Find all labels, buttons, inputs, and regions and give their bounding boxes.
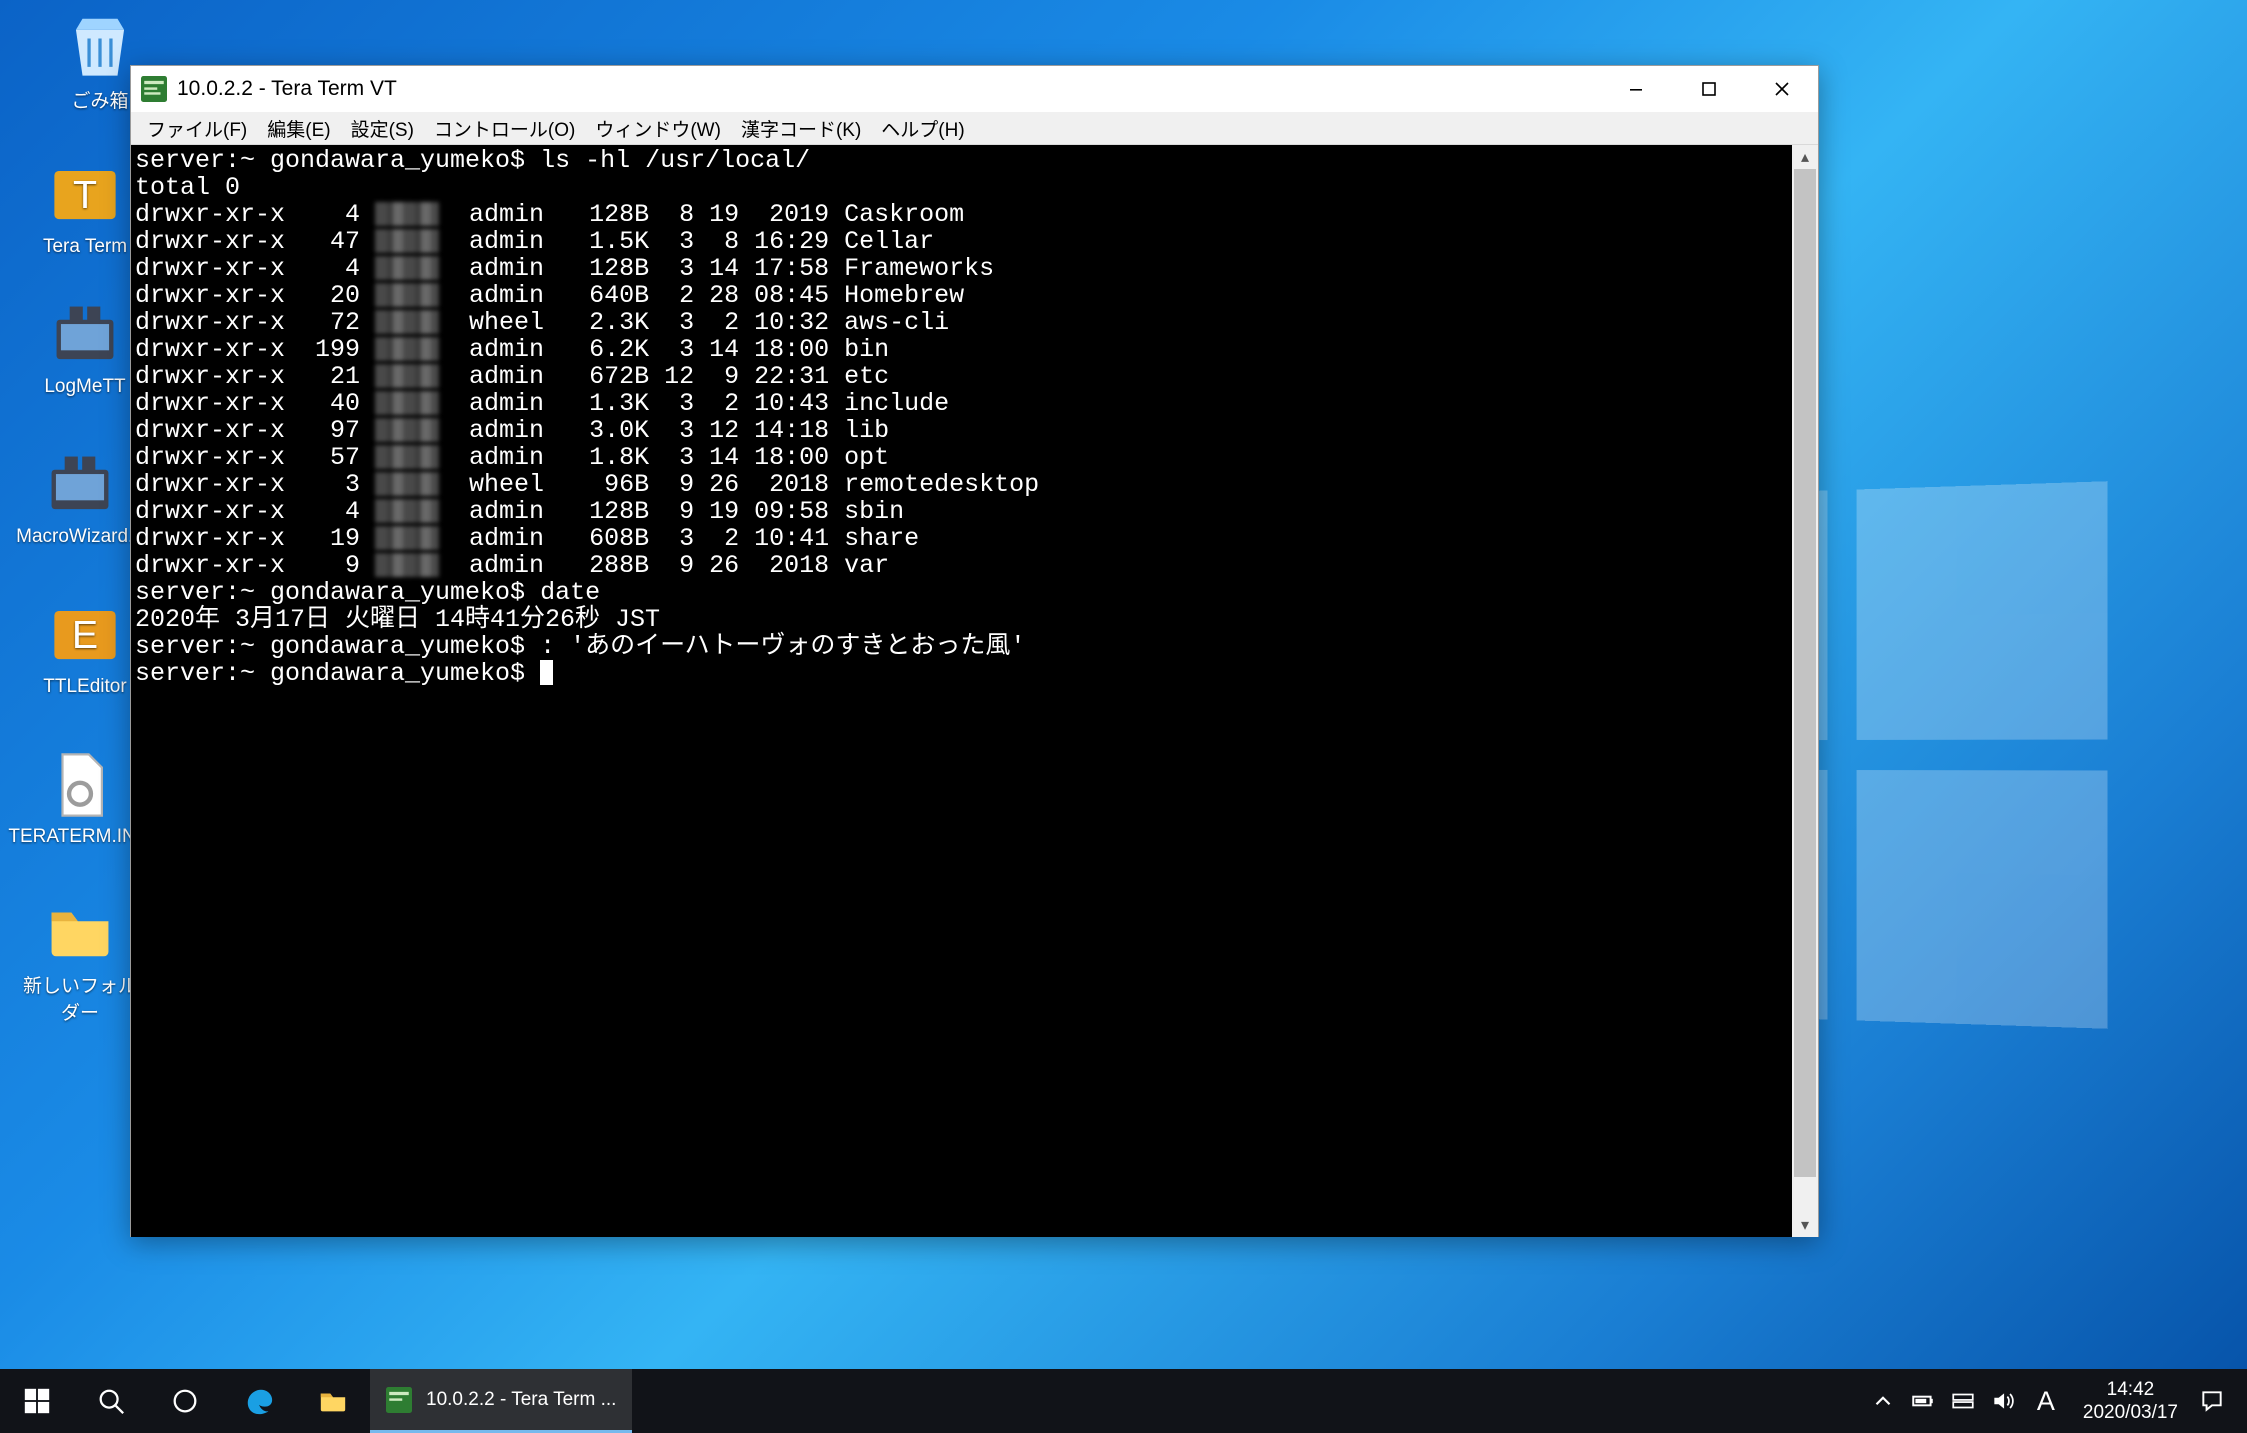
terminal-cursor: [540, 660, 553, 685]
terminal-line: drwxr-xr-x 4 admin 128B 9 19 09:58 sbin: [135, 498, 1788, 525]
terminal[interactable]: server:~ gondawara_yumeko$ ls -hl /usr/l…: [131, 145, 1792, 1237]
logmett-shortcut-icon[interactable]: LogMeTT: [25, 300, 145, 398]
tray-datetime[interactable]: 14:42 2020/03/17: [2069, 1378, 2192, 1424]
scroll-down-icon[interactable]: ▾: [1792, 1213, 1818, 1237]
menu-window[interactable]: ウィンドウ(W): [585, 112, 731, 145]
teraterm-shortcut-icon[interactable]: T Tera Term: [25, 160, 145, 258]
terminal-line: drwxr-xr-x 72 wheel 2.3K 3 2 10:32 aws-c…: [135, 309, 1788, 336]
terminal-line: drwxr-xr-x 40 admin 1.3K 3 2 10:43 inclu…: [135, 390, 1788, 417]
search-button[interactable]: [74, 1369, 148, 1433]
cortana-button[interactable]: [148, 1369, 222, 1433]
terminal-line: drwxr-xr-x 3 wheel 96B 9 26 2018 remoted…: [135, 471, 1788, 498]
redacted-owner: [375, 553, 439, 577]
tray-network-icon[interactable]: [1943, 1388, 1983, 1414]
menu-help[interactable]: ヘルプ(H): [871, 112, 974, 145]
redacted-owner: [375, 391, 439, 415]
icon-label: TTLEditor: [43, 676, 126, 698]
scrollbar[interactable]: ▴ ▾: [1792, 145, 1818, 1237]
terminal-line: server:~ gondawara_yumeko$ : 'あのイーハトーヴォの…: [135, 633, 1788, 660]
svg-text:T: T: [73, 173, 97, 217]
taskbar[interactable]: 10.0.2.2 - Tera Term ... A 14:42 2020/03…: [0, 1369, 2247, 1433]
menu-edit[interactable]: 編集(E): [257, 112, 340, 145]
terminal-line: drwxr-xr-x 97 admin 3.0K 3 12 14:18 lib: [135, 417, 1788, 444]
terminal-line: drwxr-xr-x 19 admin 608B 3 2 10:41 share: [135, 525, 1788, 552]
edge-button[interactable]: [222, 1369, 296, 1433]
titlebar[interactable]: 10.0.2.2 - Tera Term VT: [131, 66, 1818, 112]
terminal-line: server:~ gondawara_yumeko$ date: [135, 579, 1788, 606]
terminal-line: server:~ gondawara_yumeko$ ls -hl /usr/l…: [135, 147, 1788, 174]
redacted-owner: [375, 472, 439, 496]
svg-text:E: E: [72, 613, 98, 657]
redacted-owner: [375, 202, 439, 226]
maximize-button[interactable]: [1672, 66, 1745, 112]
redacted-owner: [375, 364, 439, 388]
ttleditor-shortcut-icon[interactable]: E TTLEditor: [25, 600, 145, 698]
system-tray[interactable]: A 14:42 2020/03/17: [1859, 1369, 2247, 1433]
menubar[interactable]: ファイル(F) 編集(E) 設定(S) コントロール(O) ウィンドウ(W) 漢…: [131, 112, 1818, 145]
teraterm-window[interactable]: 10.0.2.2 - Tera Term VT ファイル(F) 編集(E) 設定…: [130, 65, 1819, 1237]
scroll-up-icon[interactable]: ▴: [1792, 145, 1818, 169]
taskbar-task-teraterm[interactable]: 10.0.2.2 - Tera Term ...: [370, 1369, 632, 1433]
redacted-owner: [375, 445, 439, 469]
desktop[interactable]: ごみ箱 T Tera Term LogMeTT MacroWizard... E…: [0, 0, 2247, 1433]
tray-chevron-icon[interactable]: [1863, 1388, 1903, 1414]
redacted-owner: [375, 310, 439, 334]
tray-time: 14:42: [2107, 1378, 2155, 1401]
macrowizard-shortcut-icon[interactable]: MacroWizard...: [20, 450, 140, 548]
redacted-owner: [375, 418, 439, 442]
tray-ime-indicator[interactable]: A: [2023, 1386, 2069, 1417]
task-title: 10.0.2.2 - Tera Term ...: [426, 1389, 616, 1411]
close-button[interactable]: [1745, 66, 1818, 112]
icon-label: MacroWizard...: [16, 526, 144, 548]
redacted-owner: [375, 499, 439, 523]
new-folder-icon[interactable]: 新しいフォルダー: [20, 895, 140, 1025]
redacted-owner: [375, 526, 439, 550]
terminal-line: drwxr-xr-x 199 admin 6.2K 3 14 18:00 bin: [135, 336, 1788, 363]
tray-volume-icon[interactable]: [1983, 1388, 2023, 1414]
terminal-line: drwxr-xr-x 20 admin 640B 2 28 08:45 Home…: [135, 282, 1788, 309]
terminal-line: drwxr-xr-x 21 admin 672B 12 9 22:31 etc: [135, 363, 1788, 390]
menu-setup[interactable]: 設定(S): [341, 112, 424, 145]
redacted-owner: [375, 229, 439, 253]
terminal-body: server:~ gondawara_yumeko$ ls -hl /usr/l…: [131, 145, 1818, 1237]
tray-date: 2020/03/17: [2083, 1401, 2178, 1424]
teraterm-app-icon: [141, 76, 167, 102]
tray-action-center-icon[interactable]: [2192, 1388, 2232, 1414]
scroll-thumb[interactable]: [1794, 169, 1816, 1177]
icon-label: LogMeTT: [44, 376, 125, 398]
minimize-button[interactable]: [1599, 66, 1672, 112]
terminal-line: drwxr-xr-x 57 admin 1.8K 3 14 18:00 opt: [135, 444, 1788, 471]
start-button[interactable]: [0, 1369, 74, 1433]
terminal-line: drwxr-xr-x 4 admin 128B 3 14 17:58 Frame…: [135, 255, 1788, 282]
tray-battery-icon[interactable]: [1903, 1388, 1943, 1414]
redacted-owner: [375, 337, 439, 361]
redacted-owner: [375, 256, 439, 280]
terminal-line: 2020年 3月17日 火曜日 14時41分26秒 JST: [135, 606, 1788, 633]
menu-control[interactable]: コントロール(O): [424, 112, 585, 145]
explorer-button[interactable]: [296, 1369, 370, 1433]
terminal-line: total 0: [135, 174, 1788, 201]
menu-file[interactable]: ファイル(F): [137, 112, 257, 145]
icon-label: ごみ箱: [71, 86, 128, 113]
icon-label: Tera Term: [43, 236, 127, 258]
window-title: 10.0.2.2 - Tera Term VT: [177, 77, 397, 101]
terminal-line: drwxr-xr-x 4 admin 128B 8 19 2019 Caskro…: [135, 201, 1788, 228]
redacted-owner: [375, 283, 439, 307]
teraterm-task-icon: [386, 1387, 412, 1413]
teraterm-ini-icon[interactable]: TERATERM.IN...: [20, 750, 140, 848]
terminal-line: server:~ gondawara_yumeko$: [135, 660, 1788, 687]
icon-label: 新しいフォルダー: [20, 971, 140, 1025]
terminal-line: drwxr-xr-x 9 admin 288B 9 26 2018 var: [135, 552, 1788, 579]
terminal-line: drwxr-xr-x 47 admin 1.5K 3 8 16:29 Cella…: [135, 228, 1788, 255]
menu-kanji[interactable]: 漢字コード(K): [731, 112, 871, 145]
